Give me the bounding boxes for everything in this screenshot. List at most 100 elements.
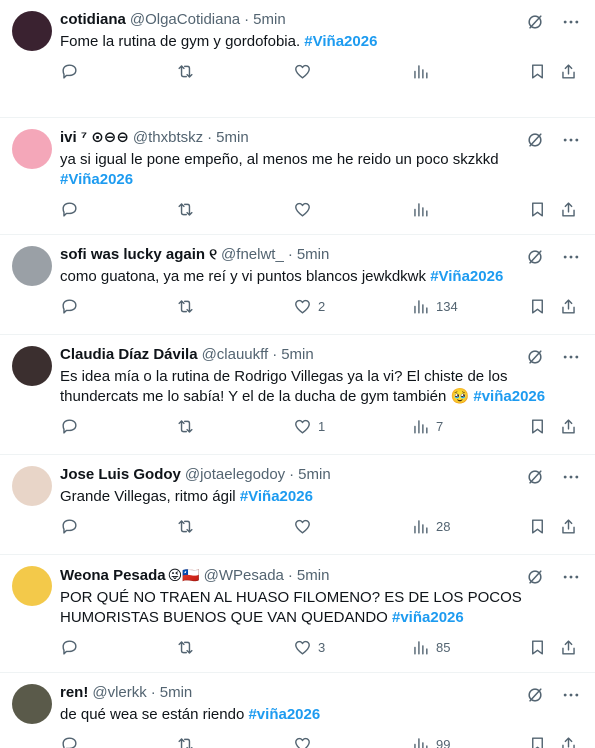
display-name[interactable]: Jose Luis Godoy: [60, 465, 181, 485]
bookmark-button[interactable]: [528, 638, 547, 657]
retweet-button[interactable]: [176, 62, 195, 81]
hashtag-link[interactable]: #Viña2026: [60, 171, 133, 188]
views-button[interactable]: 99: [411, 735, 450, 748]
share-button[interactable]: [559, 735, 578, 748]
bookmark-button[interactable]: [528, 62, 547, 81]
views-button[interactable]: 134: [411, 297, 458, 316]
grok-icon[interactable]: [525, 567, 545, 587]
hashtag-link[interactable]: #Viña2026: [240, 488, 313, 505]
grok-icon[interactable]: [525, 685, 545, 705]
like-button[interactable]: [293, 735, 318, 748]
views-button[interactable]: 85: [411, 638, 450, 657]
more-icon[interactable]: [561, 567, 581, 587]
hashtag-link[interactable]: #Viña2026: [430, 268, 503, 285]
views-button[interactable]: 7: [411, 417, 443, 436]
display-name[interactable]: Claudia Díaz Dávila: [60, 345, 198, 365]
like-button[interactable]: 2: [293, 297, 325, 316]
tweet[interactable]: Weona Pesada 😜🇨🇱 @WPesada · 5min POR QUÉ…: [0, 555, 595, 673]
retweet-button[interactable]: [176, 417, 195, 436]
tweet[interactable]: cotidiana @OlgaCotidiana · 5min Fome la …: [0, 0, 595, 118]
timestamp[interactable]: 5min: [297, 245, 330, 265]
user-handle[interactable]: @thxbtskz: [133, 128, 203, 148]
retweet-button[interactable]: [176, 297, 195, 316]
reply-button[interactable]: [60, 297, 79, 316]
bookmark-button[interactable]: [528, 417, 547, 436]
timestamp[interactable]: 5min: [160, 683, 193, 703]
more-icon[interactable]: [561, 130, 581, 150]
share-button[interactable]: [559, 200, 578, 219]
reply-button[interactable]: [60, 200, 79, 219]
share-button[interactable]: [559, 638, 578, 657]
user-handle[interactable]: @OlgaCotidiana: [130, 10, 240, 30]
tweet[interactable]: ren! @vlerkk · 5min de qué wea se están …: [0, 673, 595, 748]
avatar[interactable]: [12, 346, 52, 386]
display-name[interactable]: Weona Pesada: [60, 566, 166, 586]
hashtag-link[interactable]: #viña2026: [473, 388, 545, 405]
avatar[interactable]: [12, 129, 52, 169]
share-button[interactable]: [559, 297, 578, 316]
timestamp[interactable]: 5min: [298, 465, 331, 485]
more-icon[interactable]: [561, 12, 581, 32]
like-button[interactable]: [293, 62, 318, 81]
avatar[interactable]: [12, 684, 52, 724]
avatar[interactable]: [12, 566, 52, 606]
hashtag-link[interactable]: #viña2026: [392, 609, 464, 626]
bookmark-button[interactable]: [528, 297, 547, 316]
retweet-button[interactable]: [176, 200, 195, 219]
share-button[interactable]: [559, 517, 578, 536]
reply-button[interactable]: [60, 638, 79, 657]
hashtag-link[interactable]: #viña2026: [248, 706, 320, 723]
user-handle[interactable]: @jotaelegodoy: [185, 465, 285, 485]
reply-icon: [60, 200, 79, 219]
views-button[interactable]: [411, 200, 436, 219]
bookmark-button[interactable]: [528, 200, 547, 219]
timestamp[interactable]: 5min: [281, 345, 314, 365]
display-name[interactable]: sofi was lucky again ୧: [60, 245, 217, 265]
avatar[interactable]: [12, 466, 52, 506]
grok-icon[interactable]: [525, 130, 545, 150]
more-icon[interactable]: [561, 347, 581, 367]
reply-button[interactable]: [60, 417, 79, 436]
like-button[interactable]: 1: [293, 417, 325, 436]
more-icon[interactable]: [561, 467, 581, 487]
reply-button[interactable]: [60, 62, 79, 81]
hashtag-link[interactable]: #Viña2026: [304, 33, 377, 50]
tweet[interactable]: ivi ⁷ ⊙⊖⊖ @thxbtskz · 5min ya si igual l…: [0, 118, 595, 235]
bookmark-button[interactable]: [528, 735, 547, 748]
like-button[interactable]: [293, 517, 318, 536]
retweet-button[interactable]: [176, 735, 195, 748]
views-button[interactable]: [411, 62, 436, 81]
user-handle[interactable]: @fnelwt_: [221, 245, 284, 265]
share-button[interactable]: [559, 62, 578, 81]
reply-button[interactable]: [60, 735, 79, 748]
user-handle[interactable]: @WPesada: [204, 566, 284, 586]
display-name[interactable]: ren!: [60, 683, 88, 703]
timestamp[interactable]: 5min: [297, 566, 330, 586]
user-handle[interactable]: @vlerkk: [92, 683, 146, 703]
tweet[interactable]: sofi was lucky again ୧ @fnelwt_ · 5min c…: [0, 235, 595, 335]
display-name[interactable]: ivi ⁷ ⊙⊖⊖: [60, 128, 129, 148]
share-button[interactable]: [559, 417, 578, 436]
more-icon[interactable]: [561, 247, 581, 267]
bookmark-button[interactable]: [528, 517, 547, 536]
retweet-button[interactable]: [176, 517, 195, 536]
timestamp[interactable]: 5min: [253, 10, 286, 30]
like-button[interactable]: 3: [293, 638, 325, 657]
retweet-button[interactable]: [176, 638, 195, 657]
grok-icon[interactable]: [525, 247, 545, 267]
tweet[interactable]: Jose Luis Godoy @jotaelegodoy · 5min Gra…: [0, 455, 595, 555]
timestamp[interactable]: 5min: [216, 128, 249, 148]
grok-icon[interactable]: [525, 347, 545, 367]
reply-button[interactable]: [60, 517, 79, 536]
more-icon[interactable]: [561, 685, 581, 705]
views-button[interactable]: 28: [411, 517, 450, 536]
display-name[interactable]: cotidiana: [60, 10, 126, 30]
tweet-header: Jose Luis Godoy @jotaelegodoy · 5min: [60, 465, 581, 485]
grok-icon[interactable]: [525, 467, 545, 487]
user-handle[interactable]: @clauukff: [202, 345, 269, 365]
like-button[interactable]: [293, 200, 318, 219]
avatar[interactable]: [12, 11, 52, 51]
avatar[interactable]: [12, 246, 52, 286]
tweet[interactable]: Claudia Díaz Dávila @clauukff · 5min Es …: [0, 335, 595, 455]
grok-icon[interactable]: [525, 12, 545, 32]
